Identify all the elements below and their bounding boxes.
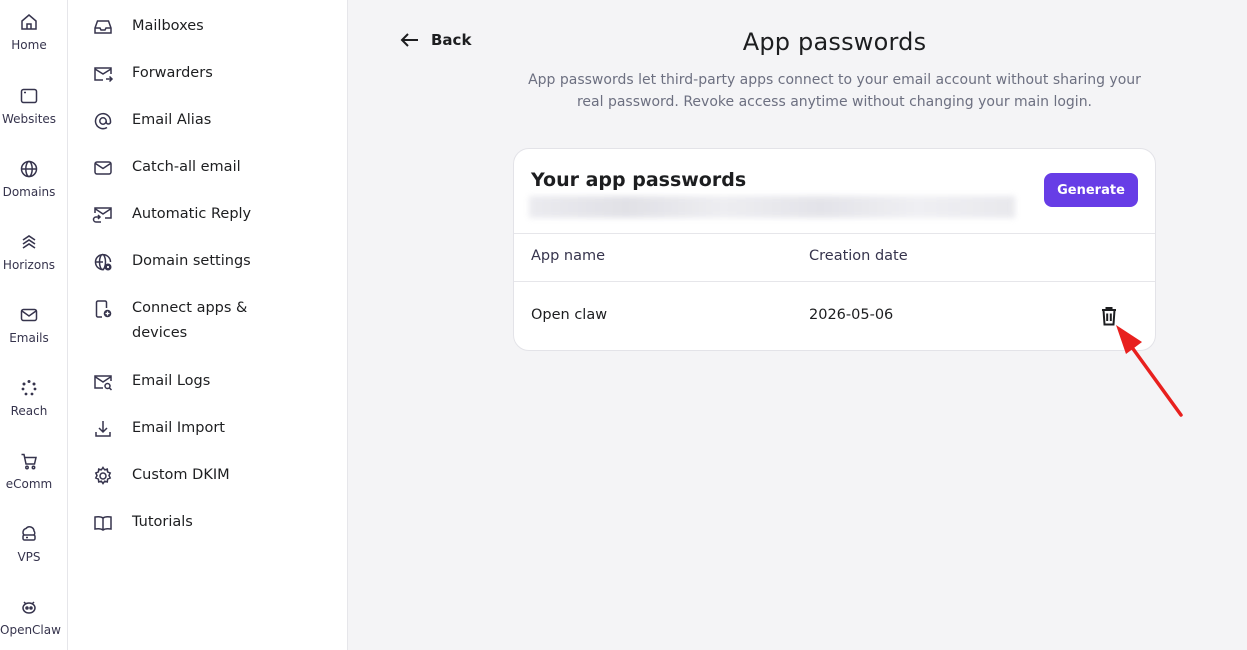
globe-icon (20, 160, 38, 178)
rail-item-emails[interactable]: Emails (0, 305, 58, 345)
mail-icon (94, 161, 112, 175)
menu-item-label: Email Import (132, 420, 225, 436)
menu-item-label: Domain settings (132, 253, 251, 269)
back-label: Back (431, 31, 472, 49)
rail-label: Home (11, 38, 47, 52)
mail-icon (20, 308, 38, 322)
email-settings-menu: Mailboxes Forwarders Email Alias Catch-a… (68, 0, 348, 650)
app-passwords-card: Your app passwords Generate App name Cre… (513, 148, 1156, 351)
redacted-text (529, 196, 1015, 218)
cell-app-name: Open claw (531, 307, 608, 323)
forward-mail-icon (94, 67, 114, 83)
menu-item-label: Mailboxes (132, 18, 204, 34)
back-button[interactable]: Back (398, 28, 471, 52)
menu-item-email-import[interactable]: Email Import (92, 419, 272, 441)
card-title: Your app passwords (531, 169, 747, 191)
book-icon (94, 515, 112, 531)
rail-item-ecomm[interactable]: eComm (0, 451, 58, 491)
divider (514, 281, 1155, 282)
menu-item-label: Email Logs (132, 373, 211, 389)
column-header-app-name: App name (531, 248, 606, 264)
gear-icon (94, 466, 112, 485)
menu-item-automatic-reply[interactable]: Automatic Reply (92, 205, 272, 227)
menu-item-label: Tutorials (132, 514, 193, 530)
home-icon (21, 14, 37, 30)
menu-item-email-logs[interactable]: Email Logs (92, 372, 272, 394)
menu-item-label: Connect apps & devices (132, 300, 248, 341)
menu-item-forwarders[interactable]: Forwarders (92, 64, 272, 86)
column-header-creation-date: Creation date (809, 248, 908, 264)
globe-settings-icon (94, 253, 112, 271)
menu-item-label: Email Alias (132, 112, 212, 128)
menu-item-label: Forwarders (132, 65, 213, 81)
rail-item-home[interactable]: Home (0, 12, 58, 52)
generate-button[interactable]: Generate (1044, 173, 1138, 207)
rail-label: eComm (5, 477, 53, 491)
rail-label: VPS (17, 550, 41, 564)
rail-label: Horizons (2, 258, 56, 272)
rail-label: OpenClaw (0, 623, 61, 637)
menu-item-custom-dkim[interactable]: Custom DKIM (92, 466, 272, 488)
cart-icon (21, 453, 37, 470)
rail-item-domains[interactable]: Domains (0, 159, 58, 199)
rail-item-openclaw[interactable]: OpenClaw (0, 597, 61, 637)
rail-item-vps[interactable]: VPS (0, 524, 58, 564)
page-description: App passwords let third-party apps conne… (528, 72, 1141, 110)
at-icon (94, 112, 112, 130)
menu-item-domain-settings[interactable]: Domain settings (92, 252, 272, 274)
openclaw-icon (22, 601, 36, 614)
menu-item-tutorials[interactable]: Tutorials (92, 513, 272, 535)
horizons-icon (22, 235, 36, 249)
menu-item-mailboxes[interactable]: Mailboxes (92, 17, 272, 39)
menu-item-label: Custom DKIM (132, 467, 230, 483)
rail-label: Reach (10, 404, 48, 418)
auto-reply-icon (92, 207, 112, 223)
menu-item-label: Catch-all email (132, 159, 241, 175)
download-icon (95, 421, 111, 437)
divider (514, 233, 1155, 234)
rail-item-websites[interactable]: Websites (0, 86, 58, 126)
cell-creation-date: 2026-05-06 (809, 307, 894, 323)
menu-item-catch-all-email[interactable]: Catch-all email (92, 158, 272, 180)
rail-item-horizons[interactable]: Horizons (0, 232, 58, 272)
menu-item-email-alias[interactable]: Email Alias (92, 111, 272, 133)
page-title: App passwords (742, 28, 927, 56)
menu-item-label: Automatic Reply (132, 206, 252, 222)
menu-item-connect-apps-devices[interactable]: Connect apps & devices (92, 299, 272, 346)
inbox-icon (94, 20, 112, 34)
rail-label: Emails (9, 331, 49, 345)
rail-label: Domains (2, 185, 56, 199)
arrow-left-icon (400, 33, 418, 47)
reach-icon (21, 380, 37, 396)
cloud-server-icon (22, 526, 36, 541)
device-add-icon (95, 300, 112, 318)
rail-label: Websites (1, 112, 57, 126)
primary-nav-rail: Home Websites Domains Horizons Emails Re… (0, 0, 68, 650)
rail-item-reach[interactable]: Reach (0, 378, 58, 418)
browser-icon (20, 88, 38, 104)
trash-icon[interactable] (1099, 305, 1119, 327)
mail-search-icon (94, 375, 113, 391)
